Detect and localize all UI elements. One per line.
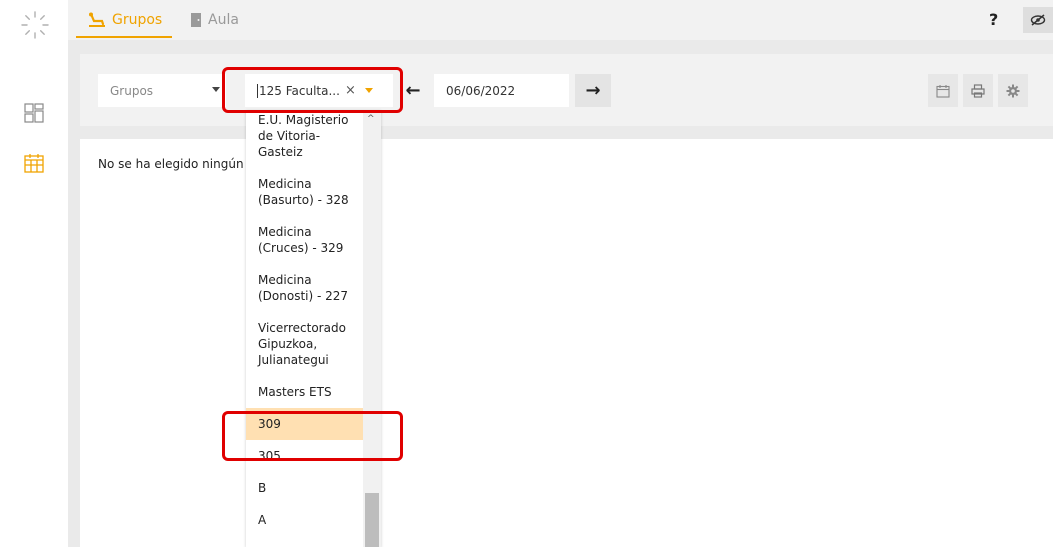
chair-icon [89,12,105,27]
print-button[interactable] [963,74,993,107]
gear-icon [1006,84,1020,97]
dropdown-scrollbar[interactable]: ^ [363,110,381,547]
tab-grupos-label: Grupos [112,12,163,28]
dropdown-option[interactable]: Medicina (Basurto) - 328 [246,168,363,216]
door-icon [191,13,201,27]
scroll-up-icon[interactable]: ^ [367,114,375,124]
chevron-down-icon [212,87,220,92]
visibility-toggle-button[interactable] [1023,7,1053,33]
calendar-button[interactable] [928,74,958,107]
dropdown-option[interactable]: Masters ETS [246,376,363,408]
date-value: 06/06/2022 [446,83,516,98]
annotation-highlight-select [222,67,403,113]
dropdown-option[interactable]: Medicina (Cruces) - 329 [246,216,363,264]
loading-spinner-icon [21,11,49,39]
main-panel: No se ha elegido ningún e [80,139,1053,547]
next-date-button[interactable]: → [575,74,611,107]
settings-button[interactable] [998,74,1028,107]
tab-aula-label: Aula [208,12,239,28]
tab-aula[interactable]: Aula [190,0,239,40]
eye-slash-icon [1030,14,1046,26]
date-field[interactable]: 06/06/2022 [434,74,569,107]
dashboard-icon[interactable] [23,102,45,124]
dropdown-option[interactable]: E.U. Magisterio de Vitoria-Gasteiz [246,110,363,168]
top-tab-bar: Grupos Aula ? [68,0,1053,40]
dropdown-option[interactable]: Vicerrectorado Gipuzkoa, Julianategui [246,312,363,376]
scrollbar-thumb[interactable] [365,493,379,547]
left-rail [0,0,68,547]
dropdown-option[interactable]: A [246,504,363,536]
help-button[interactable]: ? [989,10,998,29]
empty-state-message: No se ha elegido ningún e [98,157,255,171]
calendar-nav-icon[interactable] [23,152,45,174]
grupos-select[interactable]: Grupos [98,74,226,107]
grupos-select-value: Grupos [110,83,154,98]
dropdown-list: E.U. Magisterio de Vitoria-Gasteiz Medic… [246,110,363,536]
dropdown-option[interactable]: Medicina (Donosti) - 227 [246,264,363,312]
calendar-icon [936,84,950,98]
dropdown-option[interactable]: B [246,472,363,504]
annotation-highlight-option [222,411,403,461]
print-icon [971,83,985,98]
facultad-dropdown[interactable]: E.U. Magisterio de Vitoria-Gasteiz Medic… [246,110,381,547]
tab-grupos[interactable]: Grupos [75,0,173,40]
